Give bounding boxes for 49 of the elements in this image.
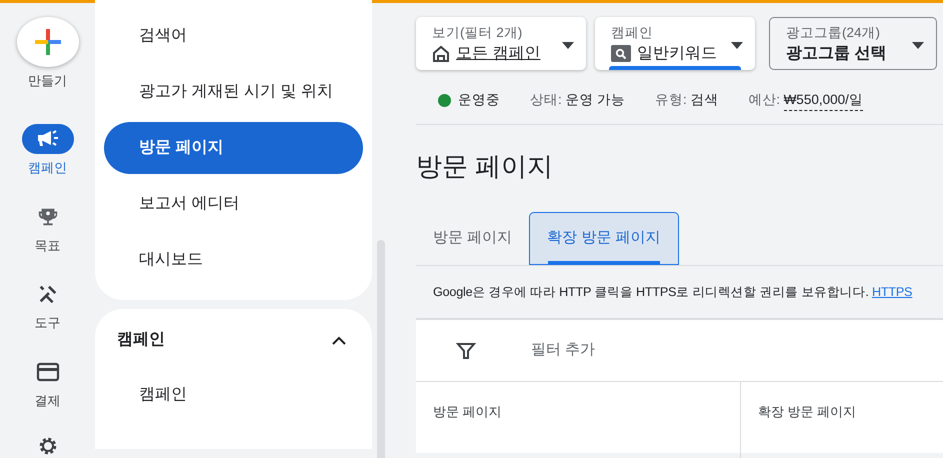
picker-value: 일반키워드	[637, 44, 717, 64]
field-value: 운영 가능	[565, 91, 626, 110]
plus-icon	[32, 26, 62, 57]
nav-item[interactable]: 광고가 게재된 시기 및 위치	[104, 66, 363, 118]
rail-label[interactable]: 도구	[34, 313, 60, 332]
https-link[interactable]: HTTPS	[872, 285, 912, 300]
rail-label[interactable]: 캠페인	[28, 158, 67, 178]
filter-label: 필터 추가	[531, 340, 596, 360]
field-label: 상태:	[530, 91, 562, 110]
nav-item[interactable]: 보고서 에디터	[104, 178, 363, 230]
home-icon	[432, 44, 450, 63]
create-button[interactable]	[16, 17, 78, 66]
chevron-icon[interactable]	[331, 335, 347, 345]
picker-dropdown[interactable]: 보기(필터 2개) 모든 캠페인	[416, 17, 586, 70]
search-icon	[611, 45, 631, 62]
caret-icon	[731, 42, 743, 48]
create-label: 만들기	[28, 72, 67, 90]
picker-value: 광고그룹 선택	[786, 44, 886, 64]
field-label: 유형:	[655, 91, 687, 110]
field-label: 예산:	[748, 90, 780, 109]
picker-dropdown[interactable]: 광고그룹(24개) 광고그룹 선택	[769, 17, 937, 70]
picker-value: 모든 캠페인	[456, 44, 540, 64]
notice-text: Google은 경우에 따라 HTTP 클릭을 HTTPS로 리디렉션할 권리를 보유합니다.	[433, 285, 870, 300]
tab[interactable]: 방문 페이지	[416, 212, 530, 266]
caret-icon	[912, 42, 924, 48]
page-title: 방문 페이지	[416, 151, 554, 182]
nav-item[interactable]: 방문 페이지	[104, 122, 363, 174]
add-filter-button[interactable]: 필터 추가	[416, 338, 602, 363]
megaphone-icon	[36, 129, 60, 149]
nav-item[interactable]: 캠페인	[104, 369, 363, 421]
caret-icon	[562, 42, 574, 48]
rail-label[interactable]: 결제	[34, 390, 60, 410]
rail-label[interactable]: 목표	[34, 236, 60, 255]
column-header[interactable]: 방문 페이지	[416, 382, 741, 458]
picker-label: 캠페인	[611, 24, 654, 42]
picker-label: 보기(필터 2개)	[432, 24, 524, 42]
picker-label: 광고그룹(24개)	[786, 24, 882, 42]
field-value: 검색	[690, 91, 718, 110]
section-title[interactable]: 캠페인	[117, 328, 165, 352]
field-value: ₩550,000/일	[784, 90, 863, 112]
rail-item-highlight[interactable]	[22, 124, 74, 154]
nav-item[interactable]: 검색어	[104, 10, 363, 62]
nav-item[interactable]: 대시보드	[104, 234, 363, 286]
tab[interactable]: 확장 방문 페이지	[529, 212, 679, 266]
filter-icon	[456, 340, 476, 361]
column-header[interactable]: 확장 방문 페이지	[741, 382, 874, 458]
card-icon[interactable]	[36, 362, 60, 382]
picker-dropdown[interactable]: 캠페인 일반키워드	[595, 17, 755, 70]
status-text: 운영중	[458, 91, 500, 110]
